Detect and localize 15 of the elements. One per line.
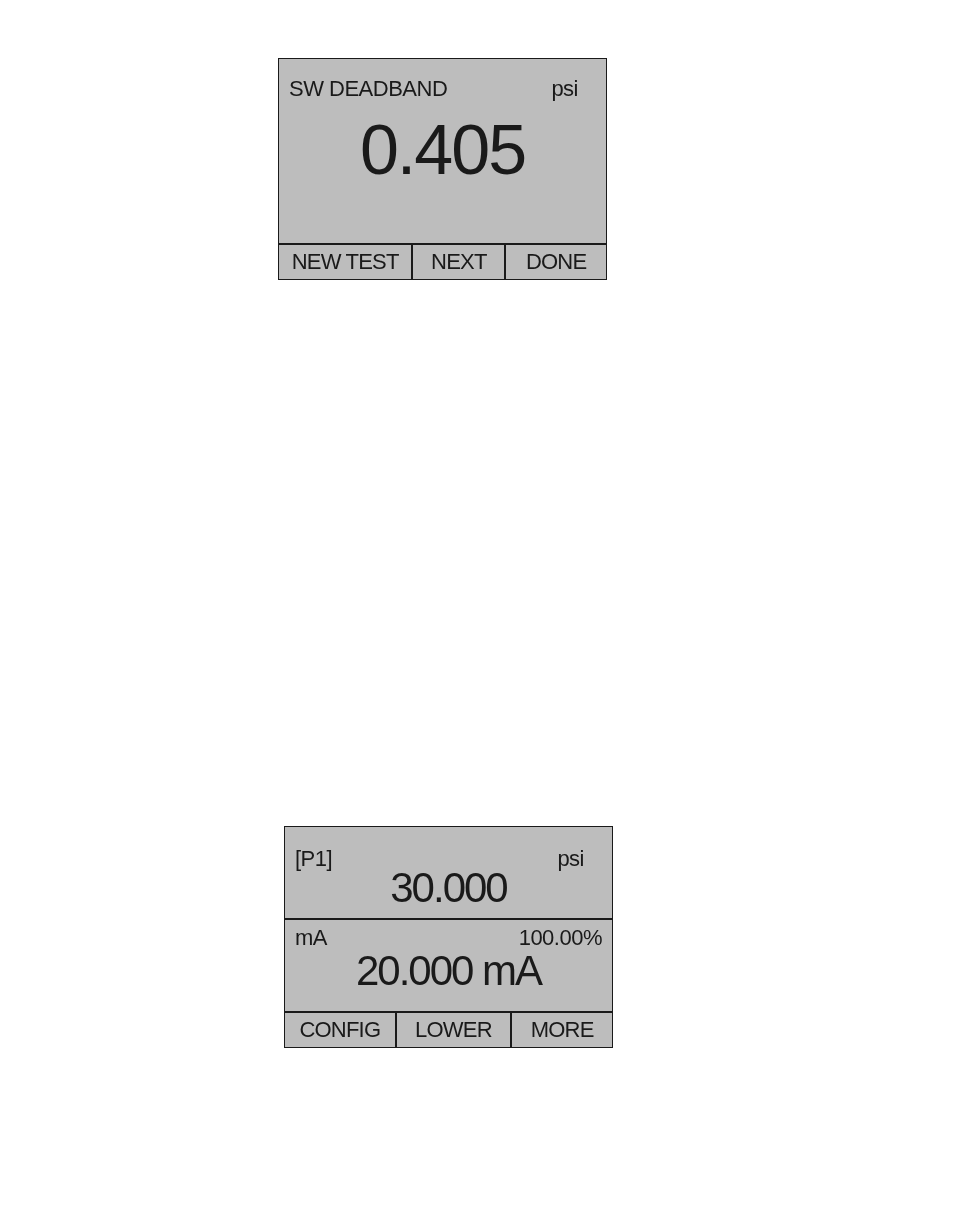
reading-value: 20.000 mA bbox=[355, 950, 542, 993]
softkey-label[interactable]: MORE bbox=[510, 1013, 612, 1047]
channel-label: mA bbox=[295, 926, 327, 951]
softkey-label[interactable]: DONE bbox=[504, 245, 606, 279]
softkey-label[interactable]: NEW TEST bbox=[279, 245, 412, 279]
unit-label: psi bbox=[551, 77, 578, 102]
screen-title: SW DEADBAND bbox=[289, 77, 448, 102]
percent-label: 100.00% bbox=[518, 926, 602, 951]
softkey-label[interactable]: NEXT bbox=[411, 245, 505, 279]
softkey-label[interactable]: LOWER bbox=[394, 1013, 511, 1047]
softkey-label[interactable]: CONFIG bbox=[285, 1013, 395, 1047]
reading-value: 0.405 bbox=[359, 115, 526, 186]
unit-label: psi bbox=[557, 847, 584, 872]
channel-label: [P1] bbox=[295, 847, 333, 872]
reading-value: 30.000 bbox=[390, 867, 507, 910]
